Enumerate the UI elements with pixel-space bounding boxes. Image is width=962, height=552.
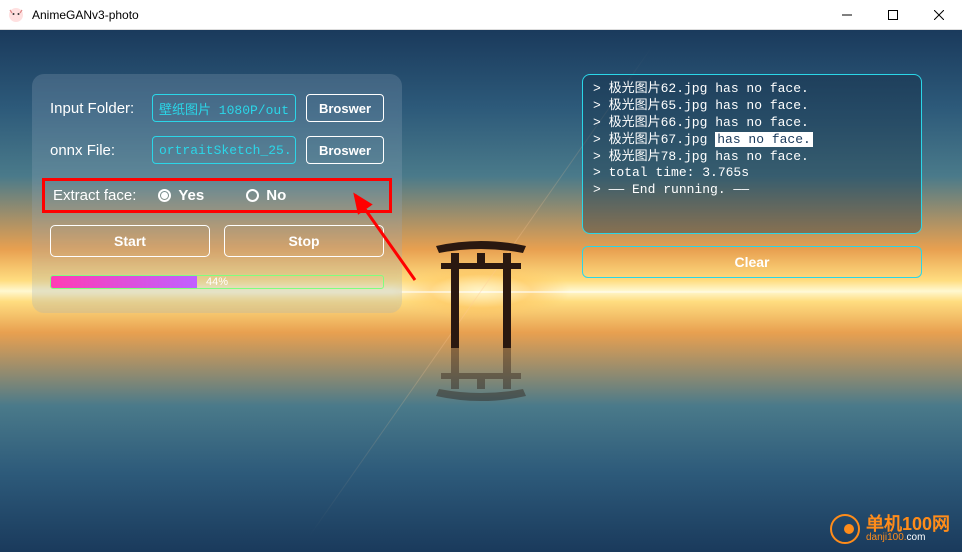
watermark: 单机100网 danji100.com — [830, 514, 950, 544]
output-panel: > 极光图片62.jpg has no face.> 极光图片65.jpg ha… — [582, 74, 922, 278]
start-button[interactable]: Start — [50, 225, 210, 257]
console-line: > 极光图片67.jpg has no face. — [593, 132, 911, 149]
console-line: > 极光图片62.jpg has no face. — [593, 81, 911, 98]
control-panel: Input Folder: Broswer onnx File: Broswer… — [32, 74, 402, 313]
watermark-cn: 单机100网 — [866, 515, 950, 533]
stop-button[interactable]: Stop — [224, 225, 384, 257]
titlebar: AnimeGANv3-photo — [0, 0, 962, 30]
console-line: > total time: 3.765s — [593, 165, 911, 182]
onnx-file-label: onnx File: — [50, 142, 142, 159]
browse-onnx-button[interactable]: Broswer — [306, 136, 384, 164]
onnx-file-field[interactable] — [152, 136, 296, 164]
window-title: AnimeGANv3-photo — [32, 8, 824, 22]
progress-text: 44% — [206, 276, 228, 288]
console-output: > 极光图片62.jpg has no face.> 极光图片65.jpg ha… — [582, 74, 922, 234]
minimize-button[interactable] — [824, 0, 870, 29]
progress-bar: 44% — [50, 275, 384, 289]
console-line: > 极光图片65.jpg has no face. — [593, 98, 911, 115]
extract-face-label: Extract face: — [53, 187, 136, 204]
extract-face-highlight: Extract face: Yes No — [42, 178, 392, 213]
input-folder-label: Input Folder: — [50, 100, 142, 117]
radio-yes-indicator — [158, 189, 171, 202]
watermark-logo-icon — [830, 514, 860, 544]
progress-fill — [51, 276, 197, 288]
radio-no-indicator — [246, 189, 259, 202]
input-folder-field[interactable] — [152, 94, 296, 122]
torii-icon — [431, 231, 531, 351]
browse-input-folder-button[interactable]: Broswer — [306, 94, 384, 122]
content-area: Input Folder: Broswer onnx File: Broswer… — [0, 30, 962, 552]
radio-yes[interactable]: Yes — [158, 187, 204, 204]
console-line: > 极光图片66.jpg has no face. — [593, 115, 911, 132]
watermark-en: danji100.com — [866, 533, 950, 543]
console-line: > 极光图片78.jpg has no face. — [593, 149, 911, 166]
console-line: > —— End running. —— — [593, 182, 911, 199]
close-button[interactable] — [916, 0, 962, 29]
clear-button[interactable]: Clear — [582, 246, 922, 278]
radio-no[interactable]: No — [246, 187, 286, 204]
app-icon — [8, 7, 24, 23]
maximize-button[interactable] — [870, 0, 916, 29]
window-controls — [824, 0, 962, 29]
